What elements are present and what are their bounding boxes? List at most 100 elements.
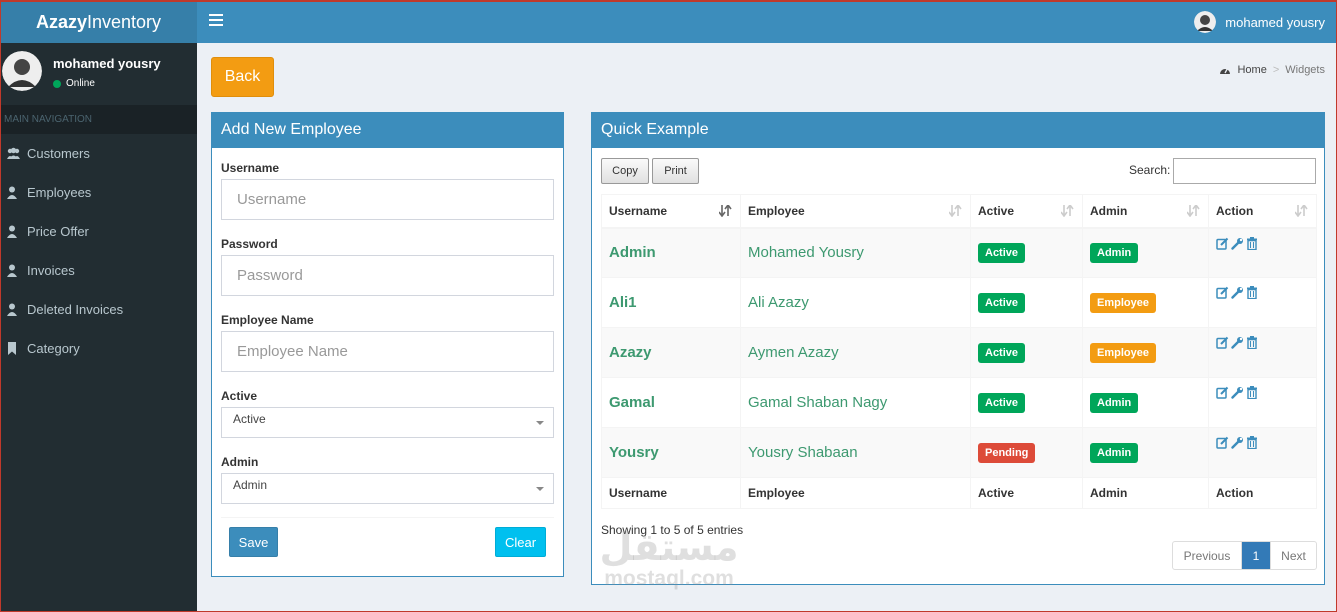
footer-employee: Employee: [740, 477, 971, 509]
status-badge: Pending: [978, 442, 1036, 463]
role-badge: Admin: [1090, 442, 1139, 463]
trash-icon[interactable]: [1246, 436, 1258, 449]
save-button[interactable]: Save: [229, 527, 278, 557]
cell-action: [1208, 327, 1317, 378]
sidebar-item-deleted-invoices[interactable]: Deleted Invoices: [0, 290, 197, 329]
sidebar-item-employees[interactable]: Employees: [0, 173, 197, 212]
column-header-admin[interactable]: Admin: [1082, 194, 1209, 229]
breadcrumb-home-link[interactable]: Home: [1237, 64, 1266, 76]
edit-icon[interactable]: [1216, 436, 1229, 449]
cell-admin: Employee: [1082, 277, 1209, 328]
dashboard-icon: [1220, 67, 1231, 74]
avatar: [2, 51, 42, 91]
footer-admin: Admin: [1082, 477, 1209, 509]
print-button[interactable]: Print: [652, 158, 699, 184]
column-header-active[interactable]: Active: [970, 194, 1083, 229]
column-header-employee[interactable]: Employee: [740, 194, 971, 229]
cell-admin: Employee: [1082, 327, 1209, 378]
username-text: Gamal: [609, 394, 655, 411]
sidebar-item-category[interactable]: Category: [0, 329, 197, 368]
user-panel: mohamed yousry Online: [0, 43, 197, 105]
username-text: Ali1: [609, 294, 637, 311]
users-icon: [7, 147, 20, 159]
status-indicator: Online: [53, 78, 95, 89]
cell-active: Pending: [970, 427, 1083, 478]
avatar: [1194, 11, 1217, 33]
cell-action: [1208, 427, 1317, 478]
app-logo[interactable]: AzazyInventory: [0, 0, 197, 43]
column-header-username[interactable]: Username: [601, 194, 741, 229]
admin-select[interactable]: Admin: [221, 473, 554, 504]
previous-page-button[interactable]: Previous: [1173, 542, 1242, 569]
cell-username: Azazy: [601, 327, 741, 378]
edit-icon[interactable]: [1216, 237, 1229, 250]
table-body: Admin Mohamed Yousry Active Admin Ali1 Ali Az…: [601, 227, 1317, 478]
status-badge: Active: [978, 342, 1026, 363]
role-badge: Employee: [1090, 292, 1156, 313]
back-button[interactable]: Back: [211, 57, 274, 97]
search-input[interactable]: [1173, 158, 1316, 184]
sidebar-item-customers[interactable]: Customers: [0, 134, 197, 173]
table-row: Azazy Aymen Azazy Active Employee: [601, 327, 1317, 378]
next-page-button[interactable]: Next: [1270, 542, 1316, 569]
search-label: Search:: [1129, 163, 1171, 177]
trash-icon[interactable]: [1246, 286, 1258, 299]
clear-button[interactable]: Clear: [495, 527, 546, 557]
wrench-icon[interactable]: [1231, 286, 1244, 299]
cell-username: Ali1: [601, 277, 741, 328]
copy-button[interactable]: Copy: [601, 158, 649, 184]
username-input[interactable]: [221, 179, 554, 220]
edit-icon[interactable]: [1216, 386, 1229, 399]
caret-down-icon: [536, 421, 544, 425]
user-name: mohamed yousry: [53, 56, 161, 71]
sidebar: mohamed yousry Online MAIN NAVIGATION Cu…: [0, 43, 197, 612]
employee-name-input[interactable]: [221, 331, 554, 372]
menu-toggle-icon[interactable]: [209, 14, 223, 28]
edit-icon[interactable]: [1216, 286, 1229, 299]
wrench-icon[interactable]: [1231, 336, 1244, 349]
employee-text: Ali Azazy: [748, 294, 809, 311]
sidebar-item-price-offer[interactable]: Price Offer: [0, 212, 197, 251]
page-1-button[interactable]: 1: [1242, 542, 1270, 569]
cell-active: Active: [970, 227, 1083, 278]
role-badge: Admin: [1090, 242, 1139, 263]
password-input[interactable]: [221, 255, 554, 296]
add-employee-panel: Add New Employee Username Password Emplo…: [211, 112, 564, 577]
wrench-icon[interactable]: [1231, 436, 1244, 449]
employee-text: Yousry Shabaan: [748, 444, 858, 461]
sidebar-item-invoices[interactable]: Invoices: [0, 251, 197, 290]
employee-name-label: Employee Name: [221, 313, 314, 327]
trash-icon[interactable]: [1246, 236, 1258, 250]
table-row: Yousry Yousry Shabaan Pending Admin: [601, 427, 1317, 478]
active-select[interactable]: Active: [221, 407, 554, 438]
edit-icon[interactable]: [1216, 336, 1229, 349]
cell-action: [1208, 277, 1317, 328]
cell-action: [1208, 227, 1317, 278]
active-label: Active: [221, 389, 258, 403]
cell-employee: Mohamed Yousry: [740, 227, 971, 278]
user-icon: [7, 264, 17, 277]
wrench-icon[interactable]: [1231, 386, 1244, 399]
user-icon: [7, 186, 17, 199]
table-row: Admin Mohamed Yousry Active Admin: [601, 227, 1317, 278]
employee-text: Gamal Shaban Nagy: [748, 394, 888, 411]
sort-icon: [1061, 205, 1074, 217]
role-badge: Employee: [1090, 342, 1156, 363]
user-icon: [7, 303, 17, 316]
status-badge: Active: [978, 242, 1026, 263]
employee-text: Aymen Azazy: [748, 344, 839, 361]
trash-icon[interactable]: [1246, 386, 1258, 399]
admin-label: Admin: [221, 455, 259, 469]
footer-active: Active: [970, 477, 1083, 509]
panel-title: Quick Example: [592, 112, 1324, 148]
cell-employee: Ali Azazy: [740, 277, 971, 328]
column-header-action[interactable]: Action: [1208, 194, 1317, 229]
cell-admin: Admin: [1082, 427, 1209, 478]
trash-icon[interactable]: [1246, 336, 1258, 349]
user-menu[interactable]: mohamed yousry: [1194, 11, 1325, 33]
username-text: Azazy: [609, 344, 652, 361]
user-name: mohamed yousry: [1225, 14, 1325, 30]
wrench-icon[interactable]: [1231, 237, 1244, 250]
cell-action: [1208, 377, 1317, 428]
password-label: Password: [221, 237, 278, 251]
